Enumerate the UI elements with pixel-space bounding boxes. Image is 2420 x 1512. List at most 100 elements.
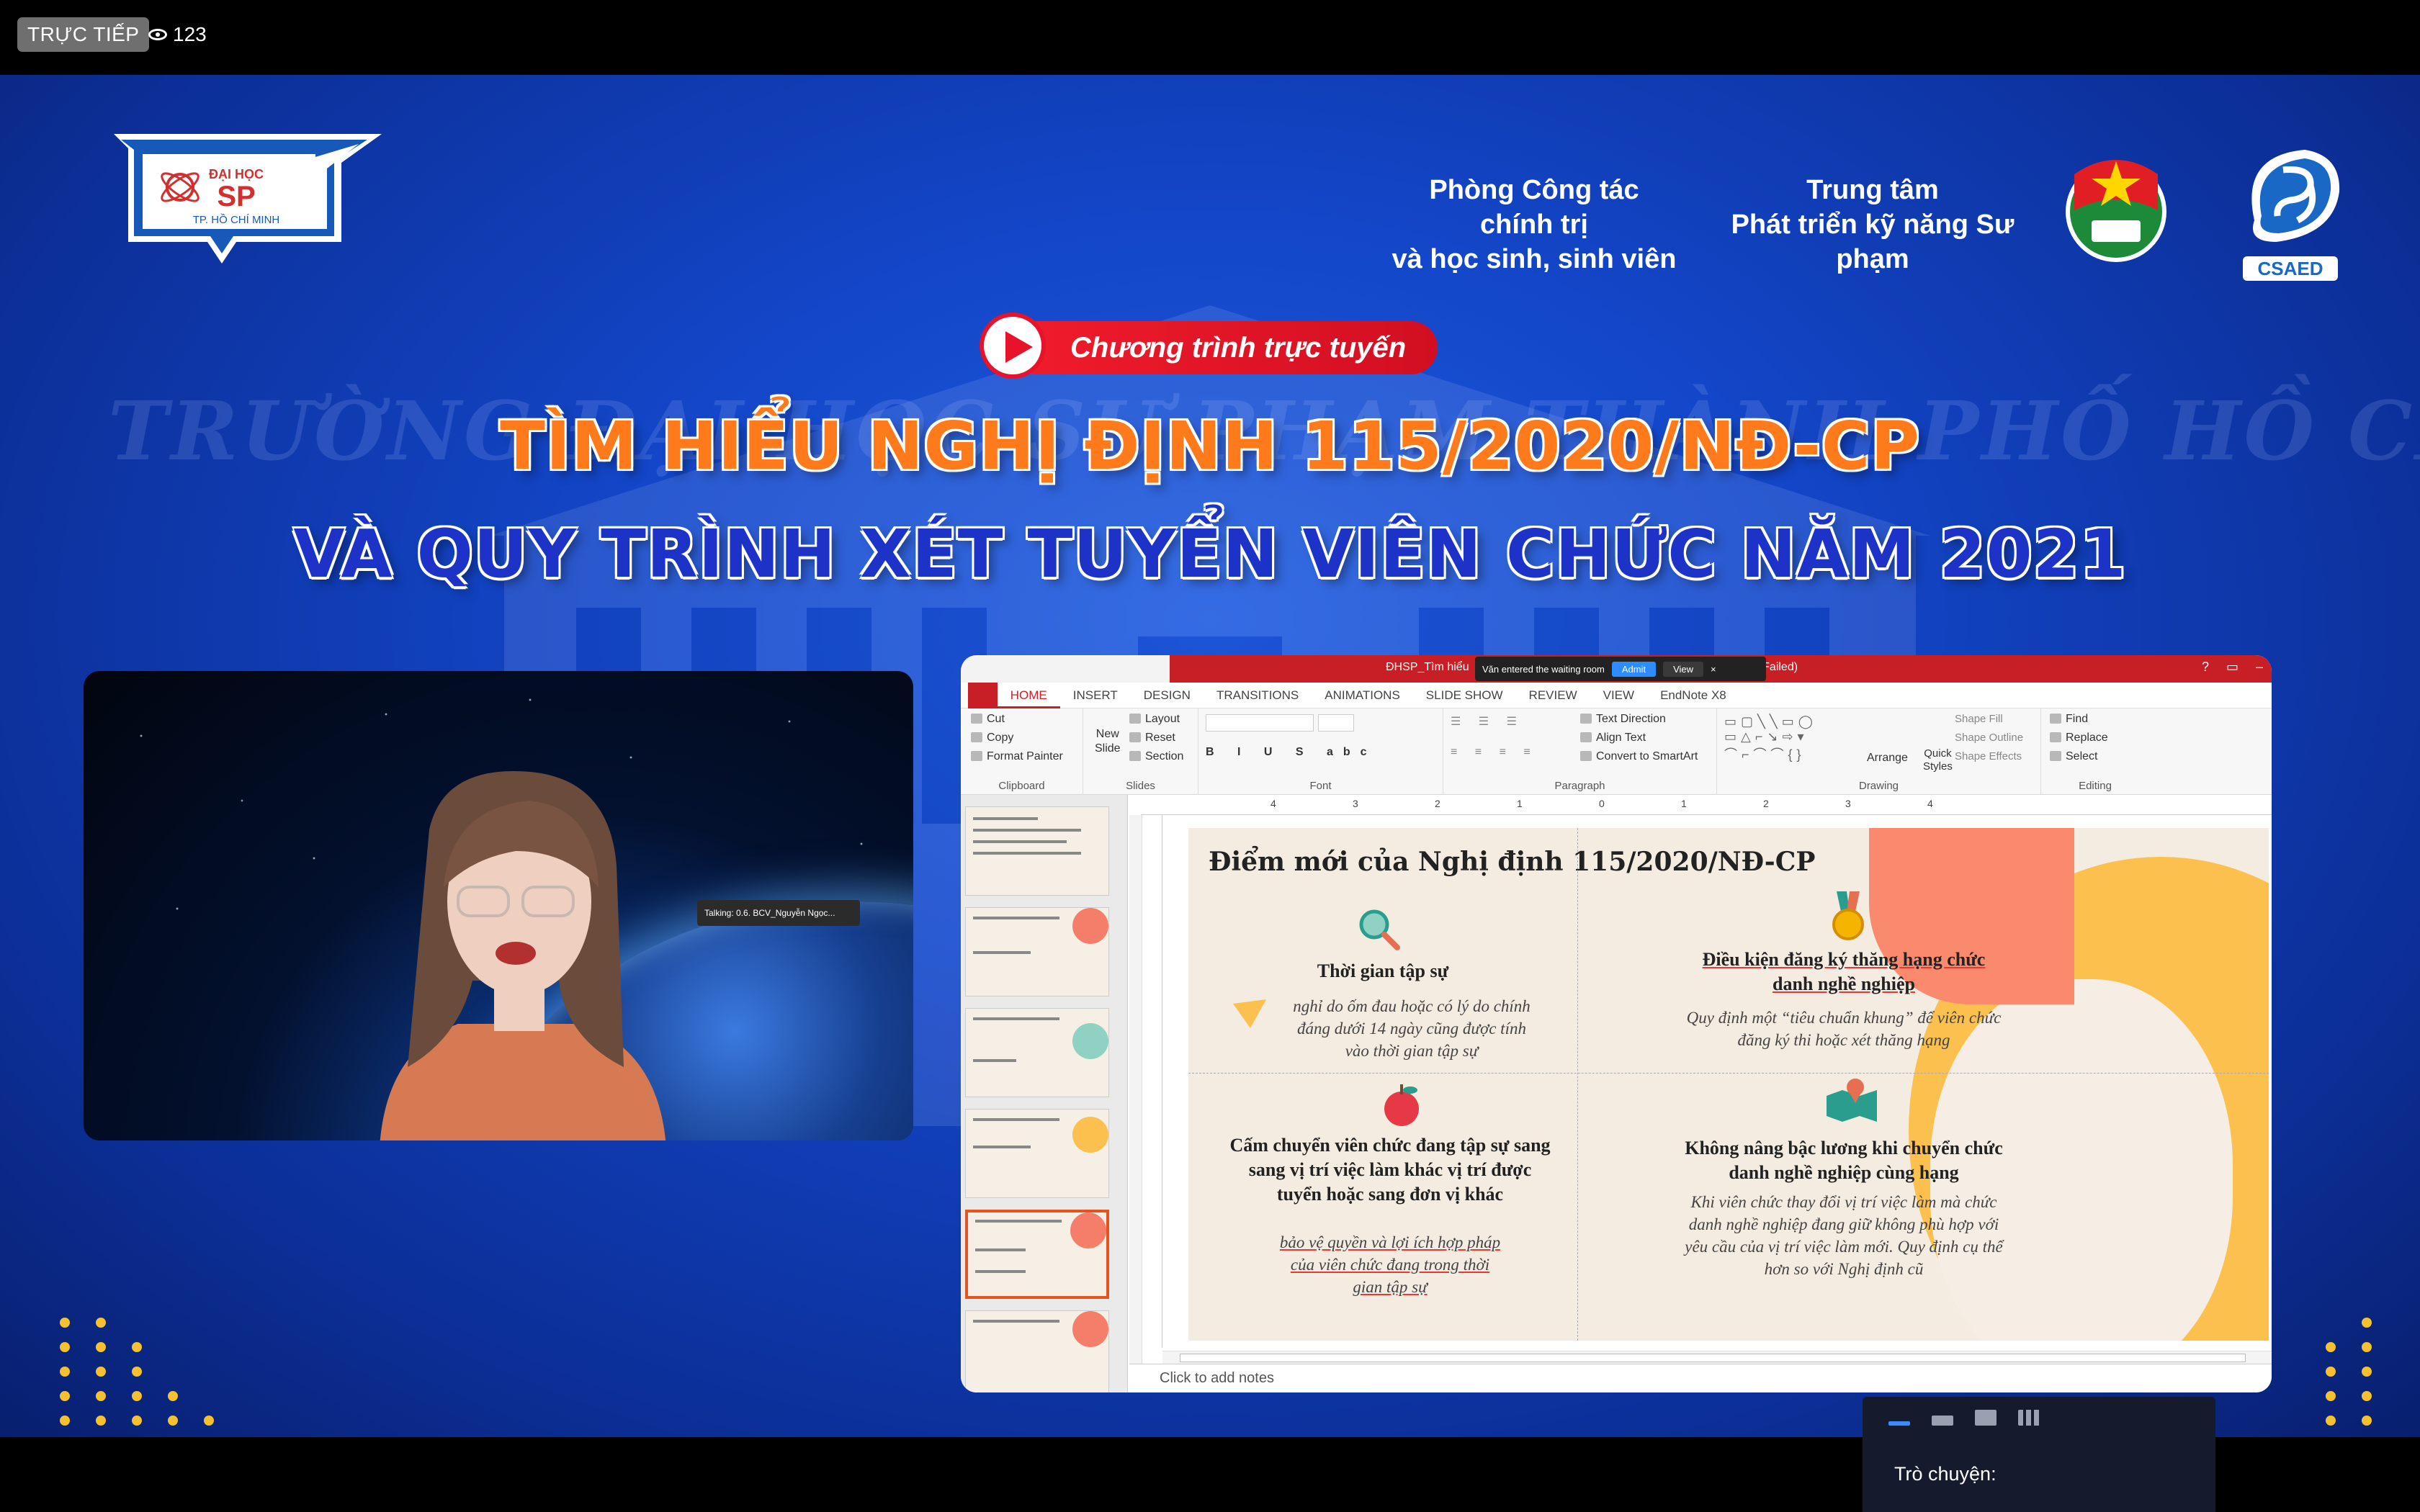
tab-review[interactable]: REVIEW bbox=[1516, 683, 1590, 708]
slide-thumbnail[interactable] bbox=[965, 1008, 1109, 1097]
tab-view[interactable]: VIEW bbox=[1590, 683, 1647, 708]
decor-dot bbox=[132, 1342, 142, 1352]
q3-heading: Cấm chuyển viên chức đang tập sự sang sa… bbox=[1229, 1135, 1551, 1205]
copy-button[interactable]: Copy bbox=[971, 732, 1013, 744]
reset-button[interactable]: Reset bbox=[1129, 732, 1175, 744]
q2-heading: Điều kiện đăng ký thăng hạng chức danh n… bbox=[1702, 949, 1986, 994]
quick-styles-button[interactable]: Quick Styles bbox=[1923, 747, 1953, 773]
cut-button[interactable]: Cut bbox=[971, 713, 1005, 726]
eye-icon bbox=[148, 29, 167, 40]
view-button[interactable]: View bbox=[1663, 661, 1704, 677]
font-format-buttons[interactable]: B I U S abc bbox=[1206, 746, 1377, 759]
decor-dot bbox=[96, 1416, 106, 1426]
magnifier-icon bbox=[1359, 909, 1400, 950]
slide-thumbnail[interactable] bbox=[965, 1310, 1109, 1392]
decor-dot bbox=[168, 1416, 178, 1426]
help-icon[interactable]: ? bbox=[2202, 660, 2209, 675]
section-icon bbox=[1129, 751, 1141, 761]
text-direction-button[interactable]: Text Direction bbox=[1580, 713, 1666, 726]
q4-heading: Không nâng bậc lương khi chuyển chức dan… bbox=[1685, 1138, 2003, 1183]
text-direction-icon bbox=[1580, 714, 1592, 724]
tab-file[interactable] bbox=[968, 682, 998, 708]
list-buttons[interactable]: ☰ ☰ ☰ bbox=[1451, 714, 1524, 729]
ppt-ribbon: Cut Copy Format Painter Clipboard New Sli… bbox=[961, 708, 2272, 795]
dot-pattern-right bbox=[2326, 1318, 2372, 1426]
decor-dot bbox=[96, 1391, 106, 1401]
layout-button[interactable]: Layout bbox=[1129, 713, 1180, 726]
slides-label: Slides bbox=[1126, 780, 1155, 792]
q2-body: Quy định một “tiêu chuẩn khung” để viên … bbox=[1686, 1009, 2002, 1049]
restore-icon[interactable]: ▭ bbox=[2226, 660, 2238, 675]
slide-thumbnail[interactable] bbox=[965, 806, 1109, 896]
shape-effects-button[interactable]: Shape Effects bbox=[1955, 750, 2022, 762]
align-buttons[interactable]: ≡ ≡ ≡ ≡ bbox=[1451, 746, 1538, 759]
tab-transitions[interactable]: TRANSITIONS bbox=[1204, 683, 1312, 708]
replace-icon bbox=[2050, 732, 2061, 742]
viewer-count-value: 123 bbox=[173, 23, 207, 45]
font-size-field[interactable] bbox=[1318, 714, 1354, 732]
tab-insert[interactable]: INSERT bbox=[1060, 683, 1131, 708]
dot-pattern-left bbox=[60, 1318, 214, 1426]
slide-thumbnail[interactable] bbox=[965, 907, 1109, 996]
decor-dot bbox=[204, 1416, 214, 1426]
horizontal-scrollbar[interactable] bbox=[1162, 1351, 2272, 1364]
arrange-button[interactable]: Arrange bbox=[1867, 752, 1908, 765]
minimize-icon[interactable]: – bbox=[2256, 660, 2263, 675]
q1-body: nghỉ do ốm đau hoặc có lý do chính đáng … bbox=[1293, 997, 1531, 1060]
ppt-title-bar: ĐHSP_Tìm hiểu ctivation Failed) Văn ente… bbox=[961, 655, 2272, 683]
tab-home[interactable]: HOME bbox=[997, 683, 1060, 708]
convert-smartart-button[interactable]: Convert to SmartArt bbox=[1580, 750, 1698, 763]
layout-switcher bbox=[1888, 1410, 2040, 1426]
csaed-logo: CSAED bbox=[2243, 150, 2340, 281]
decor-dot bbox=[2362, 1367, 2372, 1377]
medal-icon bbox=[1832, 891, 1864, 940]
decor-dot bbox=[2362, 1391, 2372, 1401]
decor-dot bbox=[60, 1391, 70, 1401]
decor-dot bbox=[132, 1391, 142, 1401]
close-icon[interactable]: × bbox=[1711, 664, 1716, 675]
shapes-gallery[interactable]: ▭▢╲╲▭◯ ▭△⌐↘⇨▾ ⌒⌐⌒⌒{} bbox=[1724, 714, 1817, 763]
shape-outline-button[interactable]: Shape Outline bbox=[1955, 732, 2023, 744]
decor-dot bbox=[2326, 1342, 2336, 1352]
shape-fill-button[interactable]: Shape Fill bbox=[1955, 713, 2003, 725]
notes-pane[interactable]: Click to add notes bbox=[1129, 1364, 2272, 1392]
paragraph-group: Text Direction Align Text Convert to Sma… bbox=[1443, 708, 1717, 795]
scissors-icon bbox=[971, 714, 982, 724]
format-painter-button[interactable]: Format Painter bbox=[971, 750, 1063, 763]
drawing-group: ▭▢╲╲▭◯ ▭△⌐↘⇨▾ ⌒⌐⌒⌒{} Arrange Quick Styles S… bbox=[1717, 708, 2041, 795]
replace-button[interactable]: Replace bbox=[2050, 732, 2108, 744]
logo-line2: SP bbox=[217, 181, 255, 212]
tab-design[interactable]: DESIGN bbox=[1131, 683, 1204, 708]
org1-line1: Phòng Công tác chính trị bbox=[1429, 175, 1639, 240]
find-button[interactable]: Find bbox=[2050, 713, 2088, 726]
select-button[interactable]: Select bbox=[2050, 750, 2097, 763]
slide-thumbnail[interactable] bbox=[965, 1109, 1109, 1198]
tab-animations[interactable]: ANIMATIONS bbox=[1312, 683, 1413, 708]
small-layout-icon[interactable] bbox=[1932, 1416, 1953, 1426]
section-button[interactable]: Section bbox=[1129, 750, 1183, 763]
current-slide[interactable]: Điểm mới của Nghị định 115/2020/NĐ-CP Th… bbox=[1188, 828, 2269, 1341]
minimize-layout-icon[interactable] bbox=[1888, 1421, 1910, 1426]
waiting-room-notice: Văn entered the waiting room Admit View … bbox=[1475, 657, 1766, 681]
admit-button[interactable]: Admit bbox=[1611, 661, 1657, 677]
stacked-layout-icon[interactable] bbox=[1975, 1410, 1996, 1426]
font-group: B I U S abc Font bbox=[1198, 708, 1443, 795]
top-bar: TRỰC TIẾP 123 bbox=[0, 0, 2420, 75]
play-icon bbox=[980, 312, 1046, 379]
font-name-field[interactable] bbox=[1206, 714, 1314, 732]
q3-body: bảo vệ quyền và lợi ích hợp pháp của viê… bbox=[1279, 1233, 1501, 1296]
tab-slide-show[interactable]: SLIDE SHOW bbox=[1413, 683, 1516, 708]
org2-line1: Trung tâm bbox=[1806, 175, 1939, 205]
slide-thumbnail-selected[interactable] bbox=[965, 1210, 1109, 1299]
grid-layout-icon[interactable] bbox=[2018, 1410, 2040, 1426]
tab-endnote[interactable]: EndNote X8 bbox=[1647, 683, 1739, 708]
thumbnail-scrollbar[interactable] bbox=[1129, 815, 1142, 1369]
align-text-button[interactable]: Align Text bbox=[1580, 732, 1646, 744]
logo-line3: TP. HỒ CHÍ MINH bbox=[193, 213, 280, 226]
chat-label[interactable]: Trò chuyện: bbox=[1894, 1463, 1996, 1485]
horizontal-ruler: 4 3 2 1 0 1 2 3 4 bbox=[1141, 795, 2272, 815]
program-label: Chương trình trực tuyến bbox=[1070, 332, 1407, 364]
new-slide-button[interactable]: New Slide bbox=[1095, 727, 1121, 756]
drawing-label: Drawing bbox=[1858, 780, 1899, 792]
chat-panel: Trò chuyện: bbox=[1863, 1397, 2215, 1512]
